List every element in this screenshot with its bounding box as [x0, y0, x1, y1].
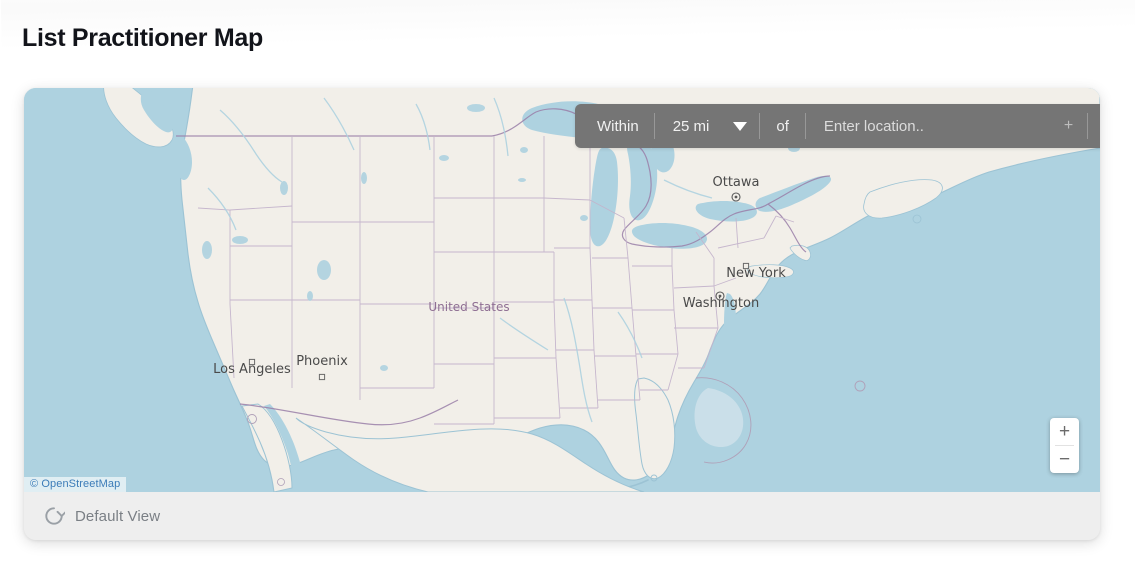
- map-card: United States Ottawa New York Washington Pho…: [24, 88, 1100, 540]
- page-title: List Practitioner Map: [22, 24, 263, 52]
- location-search-bar: Within 25 mi of Enter location.. +: [575, 104, 1100, 148]
- city-label: Phoenix: [296, 354, 348, 369]
- city-label: Los Angeles: [213, 362, 291, 377]
- within-label: Within: [597, 117, 639, 135]
- of-label: of: [776, 117, 789, 135]
- distance-select[interactable]: 25 mi: [655, 104, 760, 148]
- capital-marker-dot: [734, 195, 738, 199]
- map-footer: Default View: [24, 492, 1100, 540]
- map-viewport[interactable]: United States Ottawa New York Washington Pho…: [24, 88, 1100, 492]
- country-label: United States: [428, 300, 509, 314]
- city-label: Washington: [683, 296, 759, 311]
- map-tiles: United States Ottawa New York Washington Pho…: [24, 88, 1100, 492]
- bermuda: [912, 214, 922, 224]
- zoom-out-button[interactable]: −: [1050, 446, 1079, 473]
- zoom-in-button[interactable]: +: [1050, 418, 1079, 445]
- city-label: New York: [726, 266, 786, 281]
- add-location-button[interactable]: +: [1060, 104, 1087, 148]
- zoom-control: + −: [1050, 418, 1079, 473]
- location-input[interactable]: Enter location..: [806, 104, 1060, 148]
- refresh-icon: [45, 507, 65, 525]
- chevron-down-icon: [733, 121, 748, 131]
- city-label: Ottawa: [713, 175, 760, 190]
- osm-attribution[interactable]: © OpenStreetMap: [24, 477, 127, 492]
- distance-select-value: 25 mi: [672, 117, 710, 135]
- search-button[interactable]: [1088, 104, 1100, 148]
- default-view-label: Default View: [75, 507, 161, 525]
- default-view-button[interactable]: Default View: [43, 505, 160, 527]
